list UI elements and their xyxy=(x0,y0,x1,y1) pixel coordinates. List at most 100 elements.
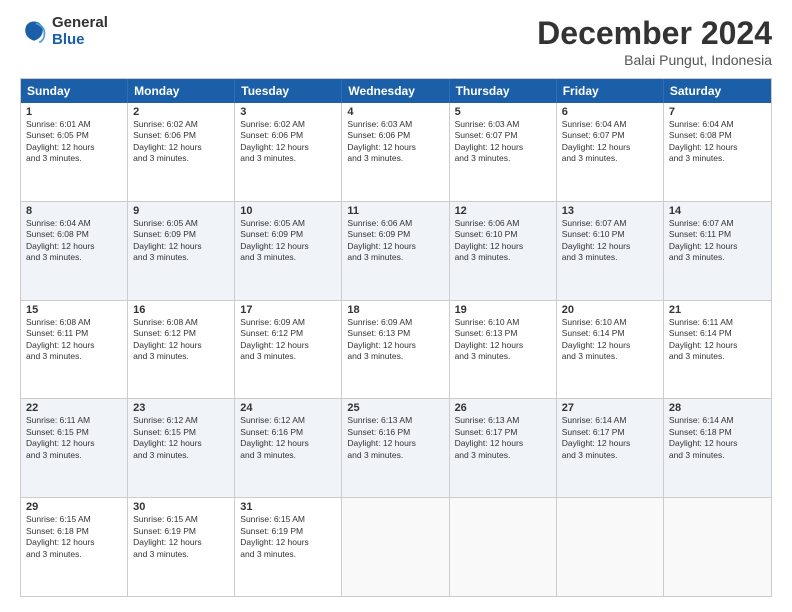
calendar-cell-3: 3Sunrise: 6:02 AM Sunset: 6:06 PM Daylig… xyxy=(235,103,342,201)
calendar-cell-11: 11Sunrise: 6:06 AM Sunset: 6:09 PM Dayli… xyxy=(342,202,449,300)
calendar-cell-28: 28Sunrise: 6:14 AM Sunset: 6:18 PM Dayli… xyxy=(664,399,771,497)
cell-content: Sunrise: 6:03 AM Sunset: 6:07 PM Dayligh… xyxy=(455,119,551,165)
cell-content: Sunrise: 6:11 AM Sunset: 6:14 PM Dayligh… xyxy=(669,317,766,363)
month-title: December 2024 xyxy=(537,15,772,52)
day-number: 28 xyxy=(669,402,766,414)
calendar-row-5: 29Sunrise: 6:15 AM Sunset: 6:18 PM Dayli… xyxy=(21,497,771,596)
calendar-cell-4: 4Sunrise: 6:03 AM Sunset: 6:06 PM Daylig… xyxy=(342,103,449,201)
day-number: 3 xyxy=(240,106,336,118)
day-number: 13 xyxy=(562,205,658,217)
day-number: 12 xyxy=(455,205,551,217)
calendar-cell-21: 21Sunrise: 6:11 AM Sunset: 6:14 PM Dayli… xyxy=(664,301,771,399)
calendar-cell-16: 16Sunrise: 6:08 AM Sunset: 6:12 PM Dayli… xyxy=(128,301,235,399)
calendar-row-1: 1Sunrise: 6:01 AM Sunset: 6:05 PM Daylig… xyxy=(21,103,771,201)
cell-content: Sunrise: 6:08 AM Sunset: 6:12 PM Dayligh… xyxy=(133,317,229,363)
calendar-cell-2: 2Sunrise: 6:02 AM Sunset: 6:06 PM Daylig… xyxy=(128,103,235,201)
calendar-header: SundayMondayTuesdayWednesdayThursdayFrid… xyxy=(21,79,771,103)
cell-content: Sunrise: 6:12 AM Sunset: 6:15 PM Dayligh… xyxy=(133,415,229,461)
page: General Blue December 2024 Balai Pungut,… xyxy=(0,0,792,612)
cell-content: Sunrise: 6:05 AM Sunset: 6:09 PM Dayligh… xyxy=(133,218,229,264)
cell-content: Sunrise: 6:04 AM Sunset: 6:08 PM Dayligh… xyxy=(669,119,766,165)
day-number: 8 xyxy=(26,205,122,217)
calendar-cell-31: 31Sunrise: 6:15 AM Sunset: 6:19 PM Dayli… xyxy=(235,498,342,596)
cell-content: Sunrise: 6:12 AM Sunset: 6:16 PM Dayligh… xyxy=(240,415,336,461)
cell-content: Sunrise: 6:01 AM Sunset: 6:05 PM Dayligh… xyxy=(26,119,122,165)
calendar-cell-empty xyxy=(342,498,449,596)
calendar-cell-30: 30Sunrise: 6:15 AM Sunset: 6:19 PM Dayli… xyxy=(128,498,235,596)
cell-content: Sunrise: 6:15 AM Sunset: 6:18 PM Dayligh… xyxy=(26,514,122,560)
header-day-saturday: Saturday xyxy=(664,79,771,103)
day-number: 26 xyxy=(455,402,551,414)
calendar-row-2: 8Sunrise: 6:04 AM Sunset: 6:08 PM Daylig… xyxy=(21,201,771,300)
cell-content: Sunrise: 6:02 AM Sunset: 6:06 PM Dayligh… xyxy=(240,119,336,165)
header-day-sunday: Sunday xyxy=(21,79,128,103)
calendar-cell-17: 17Sunrise: 6:09 AM Sunset: 6:12 PM Dayli… xyxy=(235,301,342,399)
cell-content: Sunrise: 6:02 AM Sunset: 6:06 PM Dayligh… xyxy=(133,119,229,165)
calendar-cell-14: 14Sunrise: 6:07 AM Sunset: 6:11 PM Dayli… xyxy=(664,202,771,300)
day-number: 4 xyxy=(347,106,443,118)
calendar-cell-12: 12Sunrise: 6:06 AM Sunset: 6:10 PM Dayli… xyxy=(450,202,557,300)
cell-content: Sunrise: 6:14 AM Sunset: 6:17 PM Dayligh… xyxy=(562,415,658,461)
day-number: 27 xyxy=(562,402,658,414)
calendar-cell-18: 18Sunrise: 6:09 AM Sunset: 6:13 PM Dayli… xyxy=(342,301,449,399)
day-number: 11 xyxy=(347,205,443,217)
day-number: 29 xyxy=(26,501,122,513)
header-day-thursday: Thursday xyxy=(450,79,557,103)
day-number: 14 xyxy=(669,205,766,217)
day-number: 2 xyxy=(133,106,229,118)
calendar-cell-1: 1Sunrise: 6:01 AM Sunset: 6:05 PM Daylig… xyxy=(21,103,128,201)
cell-content: Sunrise: 6:13 AM Sunset: 6:17 PM Dayligh… xyxy=(455,415,551,461)
calendar-cell-22: 22Sunrise: 6:11 AM Sunset: 6:15 PM Dayli… xyxy=(21,399,128,497)
location: Balai Pungut, Indonesia xyxy=(537,52,772,68)
day-number: 19 xyxy=(455,304,551,316)
cell-content: Sunrise: 6:08 AM Sunset: 6:11 PM Dayligh… xyxy=(26,317,122,363)
calendar-row-4: 22Sunrise: 6:11 AM Sunset: 6:15 PM Dayli… xyxy=(21,398,771,497)
cell-content: Sunrise: 6:14 AM Sunset: 6:18 PM Dayligh… xyxy=(669,415,766,461)
day-number: 20 xyxy=(562,304,658,316)
logo-line1: General xyxy=(52,15,108,32)
calendar-body: 1Sunrise: 6:01 AM Sunset: 6:05 PM Daylig… xyxy=(21,103,771,596)
cell-content: Sunrise: 6:04 AM Sunset: 6:07 PM Dayligh… xyxy=(562,119,658,165)
calendar-cell-20: 20Sunrise: 6:10 AM Sunset: 6:14 PM Dayli… xyxy=(557,301,664,399)
cell-content: Sunrise: 6:13 AM Sunset: 6:16 PM Dayligh… xyxy=(347,415,443,461)
header: General Blue December 2024 Balai Pungut,… xyxy=(20,15,772,68)
calendar-cell-23: 23Sunrise: 6:12 AM Sunset: 6:15 PM Dayli… xyxy=(128,399,235,497)
calendar-cell-9: 9Sunrise: 6:05 AM Sunset: 6:09 PM Daylig… xyxy=(128,202,235,300)
day-number: 22 xyxy=(26,402,122,414)
day-number: 17 xyxy=(240,304,336,316)
day-number: 16 xyxy=(133,304,229,316)
header-day-monday: Monday xyxy=(128,79,235,103)
calendar-cell-empty xyxy=(450,498,557,596)
cell-content: Sunrise: 6:15 AM Sunset: 6:19 PM Dayligh… xyxy=(240,514,336,560)
day-number: 18 xyxy=(347,304,443,316)
calendar-cell-29: 29Sunrise: 6:15 AM Sunset: 6:18 PM Dayli… xyxy=(21,498,128,596)
cell-content: Sunrise: 6:10 AM Sunset: 6:13 PM Dayligh… xyxy=(455,317,551,363)
calendar-cell-5: 5Sunrise: 6:03 AM Sunset: 6:07 PM Daylig… xyxy=(450,103,557,201)
cell-content: Sunrise: 6:06 AM Sunset: 6:09 PM Dayligh… xyxy=(347,218,443,264)
day-number: 10 xyxy=(240,205,336,217)
cell-content: Sunrise: 6:06 AM Sunset: 6:10 PM Dayligh… xyxy=(455,218,551,264)
day-number: 21 xyxy=(669,304,766,316)
header-day-tuesday: Tuesday xyxy=(235,79,342,103)
calendar: SundayMondayTuesdayWednesdayThursdayFrid… xyxy=(20,78,772,597)
day-number: 5 xyxy=(455,106,551,118)
day-number: 24 xyxy=(240,402,336,414)
calendar-cell-empty xyxy=(557,498,664,596)
calendar-row-3: 15Sunrise: 6:08 AM Sunset: 6:11 PM Dayli… xyxy=(21,300,771,399)
cell-content: Sunrise: 6:09 AM Sunset: 6:13 PM Dayligh… xyxy=(347,317,443,363)
calendar-cell-8: 8Sunrise: 6:04 AM Sunset: 6:08 PM Daylig… xyxy=(21,202,128,300)
logo-icon xyxy=(20,18,48,46)
calendar-cell-empty xyxy=(664,498,771,596)
header-day-friday: Friday xyxy=(557,79,664,103)
cell-content: Sunrise: 6:03 AM Sunset: 6:06 PM Dayligh… xyxy=(347,119,443,165)
calendar-cell-24: 24Sunrise: 6:12 AM Sunset: 6:16 PM Dayli… xyxy=(235,399,342,497)
calendar-cell-6: 6Sunrise: 6:04 AM Sunset: 6:07 PM Daylig… xyxy=(557,103,664,201)
cell-content: Sunrise: 6:09 AM Sunset: 6:12 PM Dayligh… xyxy=(240,317,336,363)
cell-content: Sunrise: 6:15 AM Sunset: 6:19 PM Dayligh… xyxy=(133,514,229,560)
day-number: 31 xyxy=(240,501,336,513)
day-number: 6 xyxy=(562,106,658,118)
cell-content: Sunrise: 6:05 AM Sunset: 6:09 PM Dayligh… xyxy=(240,218,336,264)
calendar-cell-10: 10Sunrise: 6:05 AM Sunset: 6:09 PM Dayli… xyxy=(235,202,342,300)
logo-line2: Blue xyxy=(52,32,108,49)
calendar-cell-25: 25Sunrise: 6:13 AM Sunset: 6:16 PM Dayli… xyxy=(342,399,449,497)
